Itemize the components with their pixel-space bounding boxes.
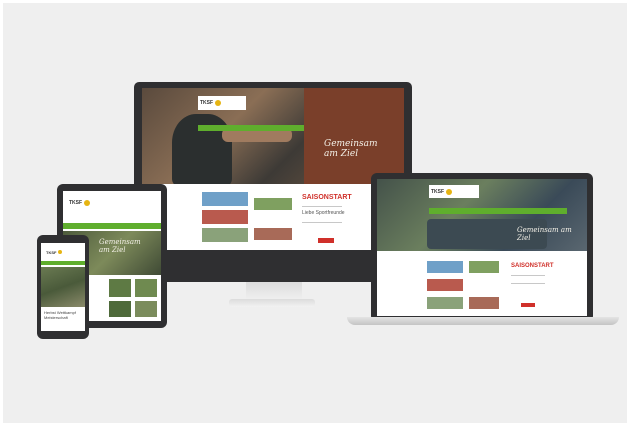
logo-sun-icon	[215, 100, 222, 106]
tablet-logo-sun-icon	[84, 200, 91, 206]
laptop-thumb-3[interactable]	[427, 279, 463, 291]
phone-logo-text: TKSF	[46, 249, 57, 255]
tablet-thumb-1[interactable]	[109, 279, 131, 297]
phone-hero-image	[41, 267, 85, 307]
tablet-logo-text: TKSF	[69, 200, 83, 206]
monitor-base	[229, 299, 315, 307]
laptop-thumb-2[interactable]	[469, 261, 499, 273]
laptop-hero-script: Gemeinsam am Ziel	[517, 226, 572, 242]
phone-caption: Herbst Wettkampf Meisterschaft	[44, 310, 76, 320]
laptop-logo-text: TKSF	[431, 188, 445, 195]
tablet-navbar[interactable]	[63, 223, 161, 229]
smartphone-screen: TKSF Herbst Wettkampf Meisterschaft	[41, 243, 85, 331]
desktop-thumb-3[interactable]	[202, 228, 248, 242]
desktop-logo-text: TKSF	[200, 100, 214, 106]
laptop-hero-image: TKSF Gemeinsam am Ziel	[377, 179, 587, 251]
laptop-thumb-1[interactable]	[427, 261, 463, 273]
laptop-screen: TKSF Gemeinsam am Ziel SAISONSTART	[377, 179, 587, 316]
tablet-thumb-3[interactable]	[109, 301, 131, 317]
laptop-text-line-2	[511, 283, 545, 284]
mockup-canvas: TKSF Gemeinsam am Ziel SAISONSTART Liebe…	[3, 3, 627, 423]
laptop-logo[interactable]: TKSF	[429, 185, 479, 198]
phone-navbar[interactable]	[41, 261, 85, 265]
laptop-thumb-4[interactable]	[427, 297, 463, 309]
desktop-thumb-2[interactable]	[202, 210, 248, 224]
desktop-hero-image: TKSF Gemeinsam am Ziel	[142, 88, 404, 184]
laptop-red-button[interactable]	[521, 303, 535, 307]
phone-logo-sun-icon	[58, 250, 63, 254]
laptop-headline: SAISONSTART	[511, 263, 554, 269]
desktop-thumb-1[interactable]	[202, 192, 248, 206]
desktop-red-button[interactable]	[318, 238, 334, 243]
desktop-thumb-5[interactable]	[254, 228, 292, 240]
desktop-navbar[interactable]	[198, 125, 304, 131]
tablet-thumb-2[interactable]	[135, 279, 157, 297]
desktop-text-line-1	[302, 206, 342, 207]
laptop-navbar[interactable]	[429, 208, 567, 214]
desktop-headline: SAISONSTART	[302, 194, 352, 201]
laptop: TKSF Gemeinsam am Ziel SAISONSTART	[371, 173, 593, 318]
tablet-hero-script: Gemeinsam am Ziel	[99, 238, 141, 254]
desktop-logo[interactable]: TKSF	[198, 96, 246, 110]
tablet-thumb-4[interactable]	[135, 301, 157, 317]
desktop-text-line-2	[302, 222, 342, 223]
laptop-thumb-5[interactable]	[469, 297, 499, 309]
desktop-subline: Liebe Sportfreunde	[302, 210, 345, 216]
tablet-logo[interactable]: TKSF	[67, 197, 113, 209]
desktop-screen: TKSF Gemeinsam am Ziel SAISONSTART Liebe…	[142, 88, 404, 250]
laptop-logo-sun-icon	[446, 188, 453, 195]
smartphone: TKSF Herbst Wettkampf Meisterschaft	[37, 235, 89, 339]
laptop-base	[347, 317, 619, 325]
desktop-thumb-4[interactable]	[254, 198, 292, 210]
phone-logo[interactable]: TKSF	[44, 247, 74, 257]
desktop-hero-script: Gemeinsam am Ziel	[324, 139, 378, 159]
laptop-text-line-1	[511, 275, 545, 276]
desktop-hero-backdrop	[304, 88, 404, 184]
